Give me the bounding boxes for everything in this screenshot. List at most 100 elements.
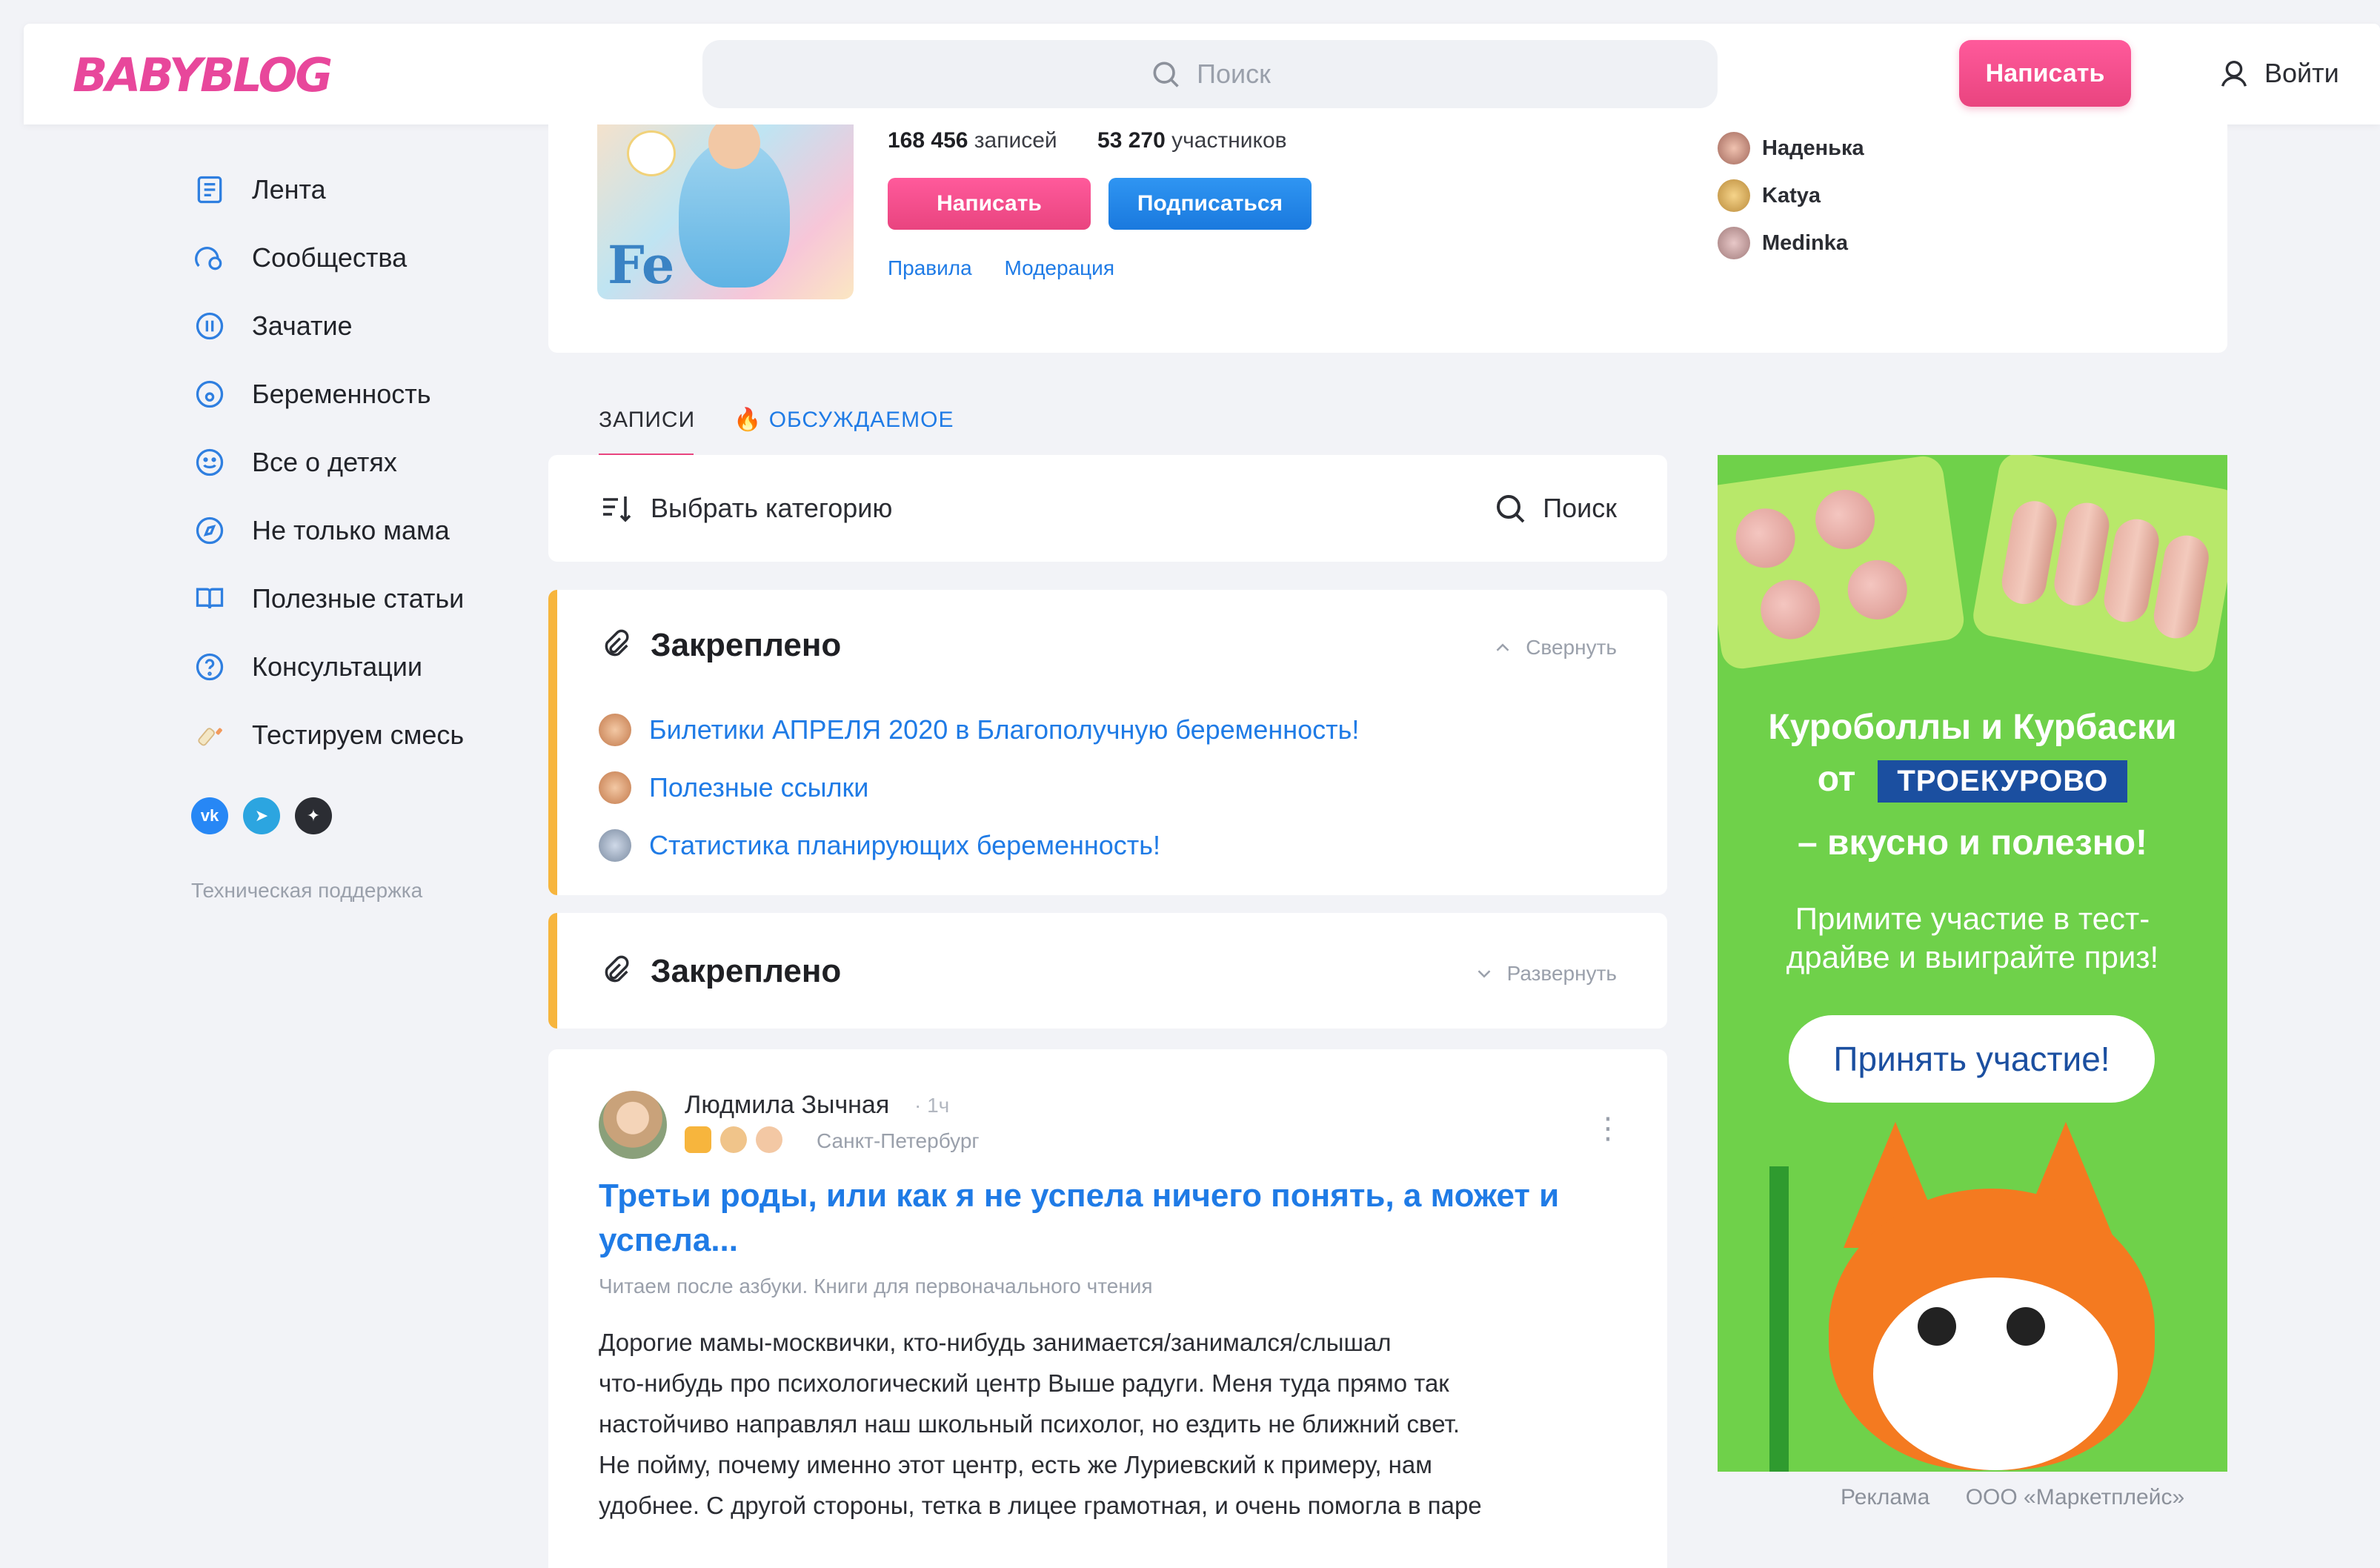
sort-icon bbox=[603, 496, 631, 522]
fork-image bbox=[1769, 1166, 1789, 1472]
vk-icon[interactable]: vk bbox=[191, 797, 228, 834]
ad-headline: Куроболлы и Курбаски bbox=[1768, 708, 2177, 747]
sidebar-item-communities[interactable]: Сообщества bbox=[191, 224, 517, 292]
sidebar-item-pregnancy[interactable]: Беременность bbox=[191, 360, 517, 428]
pinned-link[interactable]: Статистика планирующих беременность! bbox=[599, 817, 1359, 874]
top-header: BABYBLOG Поиск Написать Войти bbox=[24, 24, 2380, 124]
pinned-block-collapsed: Закреплено Развернуть bbox=[548, 913, 1667, 1029]
sidebar-item-children[interactable]: Все о детях bbox=[191, 428, 517, 496]
avatar bbox=[1718, 132, 1750, 165]
posts-count: 168 456 bbox=[888, 128, 968, 153]
write-button[interactable]: Написать bbox=[1959, 40, 2131, 107]
feed-search-label: Поиск bbox=[1543, 493, 1617, 523]
tab-discussed-label: ОБСУЖДАЕМОЕ bbox=[768, 408, 954, 432]
pregnancy-icon bbox=[191, 376, 228, 413]
product-tray-image bbox=[1970, 455, 2227, 675]
login-button[interactable]: Войти bbox=[2217, 40, 2339, 107]
post-body: Дорогие мамы-москвички, кто-нибудь заним… bbox=[599, 1322, 1614, 1526]
post-rubric[interactable]: Читаем после азбуки. Книги для первонача… bbox=[599, 1275, 1153, 1298]
author-avatar[interactable] bbox=[599, 1091, 667, 1159]
pinned-title: Закреплено bbox=[599, 627, 841, 664]
telegram-icon[interactable]: ➤ bbox=[243, 797, 280, 834]
star-icon[interactable]: ✦ bbox=[295, 797, 332, 834]
post-title[interactable]: Третьи роды, или как я не успела ничего … bbox=[599, 1174, 1629, 1263]
login-label: Войти bbox=[2264, 58, 2339, 88]
kid-badge-icon bbox=[756, 1126, 782, 1153]
collapse-button[interactable]: Свернуть bbox=[1492, 636, 1617, 660]
author-city: Санкт-Петербург bbox=[817, 1129, 980, 1152]
avatar bbox=[599, 771, 631, 804]
sidebar-item-articles[interactable]: Полезные статьи bbox=[191, 565, 517, 633]
member-name: Наденька bbox=[1762, 136, 1864, 160]
support-link[interactable]: Техническая поддержка bbox=[191, 879, 517, 903]
posts-label: записей bbox=[974, 128, 1057, 153]
compass-icon bbox=[191, 512, 228, 549]
chevron-down-icon bbox=[1477, 970, 1490, 978]
left-sidebar: Лента Сообщества Зачатие Беременность Вс… bbox=[191, 156, 517, 903]
category-label: Выбрать категорию bbox=[651, 493, 893, 523]
sidebar-item-consultations[interactable]: Консультации bbox=[191, 633, 517, 701]
filter-bar: Выбрать категорию Поиск bbox=[548, 455, 1667, 562]
ad-subtext-line: драйве и выиграйте приз! bbox=[1786, 940, 2159, 974]
sidebar-item-label: Полезные статьи bbox=[252, 583, 465, 614]
book-icon bbox=[191, 580, 228, 617]
paperclip-icon bbox=[605, 629, 629, 657]
user-icon bbox=[2221, 60, 2247, 87]
moderation-link[interactable]: Модерация bbox=[1004, 256, 1114, 279]
sidebar-item-feed[interactable]: Лента bbox=[191, 156, 517, 224]
tab-posts[interactable]: ЗАПИСИ bbox=[599, 400, 694, 458]
tab-discussed[interactable]: 🔥 ОБСУЖДАЕМОЕ bbox=[734, 400, 954, 454]
avatar bbox=[599, 829, 631, 862]
ad-participate-button[interactable]: Принять участие! bbox=[1789, 1015, 2155, 1103]
rules-link[interactable]: Правила bbox=[888, 256, 972, 279]
pinned-link[interactable]: Полезные ссылки bbox=[599, 759, 1359, 817]
post-body-line: настойчиво направлял наш школьный психол… bbox=[599, 1410, 1460, 1438]
ad-company[interactable]: ООО «Маркетплейс» bbox=[1966, 1485, 2185, 1509]
pinned-block-expanded: Закреплено Свернуть Билетики АПРЕЛЯ 2020… bbox=[548, 590, 1667, 895]
sidebar-item-label: Сообщества bbox=[252, 242, 408, 273]
pinned-link[interactable]: Билетики АПРЕЛЯ 2020 в Благополучную бер… bbox=[599, 701, 1359, 759]
member-item[interactable]: Medinka bbox=[1718, 219, 1864, 267]
pinned-link-text: Полезные ссылки bbox=[649, 772, 869, 803]
search-icon bbox=[1153, 62, 1179, 87]
ad-tagline: – вкусно и полезно! bbox=[1797, 823, 2148, 863]
community-icon bbox=[191, 239, 228, 276]
smile-icon bbox=[191, 444, 228, 481]
sidebar-item-testing-formula[interactable]: Тестируем смесь bbox=[191, 701, 517, 769]
author-name[interactable]: Людмила Зычная bbox=[685, 1091, 889, 1120]
members-count: 53 270 bbox=[1097, 128, 1166, 153]
more-options-icon[interactable]: ⋮ bbox=[1593, 1112, 1623, 1146]
babyblog-logo[interactable]: BABYBLOG bbox=[73, 46, 333, 105]
ad-subtext: Примите участие в тест- драйве и выиграй… bbox=[1718, 900, 2227, 977]
community-write-button[interactable]: Написать bbox=[888, 178, 1091, 230]
post-body-line: Дорогие мамы-москвички, кто-нибудь заним… bbox=[599, 1329, 1392, 1356]
sidebar-item-not-only-mom[interactable]: Не только мама bbox=[191, 496, 517, 565]
category-select[interactable]: Выбрать категорию bbox=[599, 491, 892, 526]
brand-logo: ТРОЕКУРОВО bbox=[1878, 760, 2128, 803]
advertisement-banner[interactable]: Куроболлы и Курбаски от ТРОЕКУРОВО – вкус… bbox=[1718, 455, 2227, 1472]
search-placeholder: Поиск bbox=[1197, 59, 1271, 89]
feed-search-button[interactable]: Поиск bbox=[1492, 491, 1617, 526]
expand-button[interactable]: Развернуть bbox=[1473, 962, 1617, 986]
community-stats: 168 456 записей 53 270 участников bbox=[888, 124, 1287, 157]
ad-subtext-line: Примите участие в тест- bbox=[1795, 901, 2150, 936]
subscribe-button[interactable]: Подписаться bbox=[1108, 178, 1312, 230]
social-links: vk ➤ ✦ bbox=[191, 797, 517, 834]
product-tray-image bbox=[1718, 455, 1967, 671]
ad-brand-line: от ТРОЕКУРОВО bbox=[1718, 759, 2227, 803]
badge-icon bbox=[685, 1126, 711, 1153]
member-item[interactable]: Наденька bbox=[1718, 124, 1864, 172]
sidebar-item-label: Тестируем смесь bbox=[252, 720, 465, 750]
kid-badge-icon bbox=[720, 1126, 747, 1153]
pinned-link-text: Билетики АПРЕЛЯ 2020 в Благополучную бер… bbox=[649, 714, 1360, 745]
sidebar-item-label: Беременность bbox=[252, 379, 431, 409]
sidebar-item-label: Консультации bbox=[252, 651, 422, 682]
ad-prefix: от bbox=[1817, 760, 1856, 799]
pinned-link-text: Статистика планирующих беременность! bbox=[649, 830, 1161, 860]
collapse-label: Свернуть bbox=[1526, 636, 1617, 659]
member-item[interactable]: Katya bbox=[1718, 172, 1864, 219]
sidebar-item-conception[interactable]: Зачатие bbox=[191, 292, 517, 360]
header-search-input[interactable]: Поиск bbox=[702, 40, 1718, 108]
post-card: Людмила Зычная · 1ч Санкт-Петербург ⋮ Тр… bbox=[548, 1049, 1667, 1568]
ad-footer: Реклама ООО «Маркетплейс» bbox=[1841, 1485, 2184, 1510]
